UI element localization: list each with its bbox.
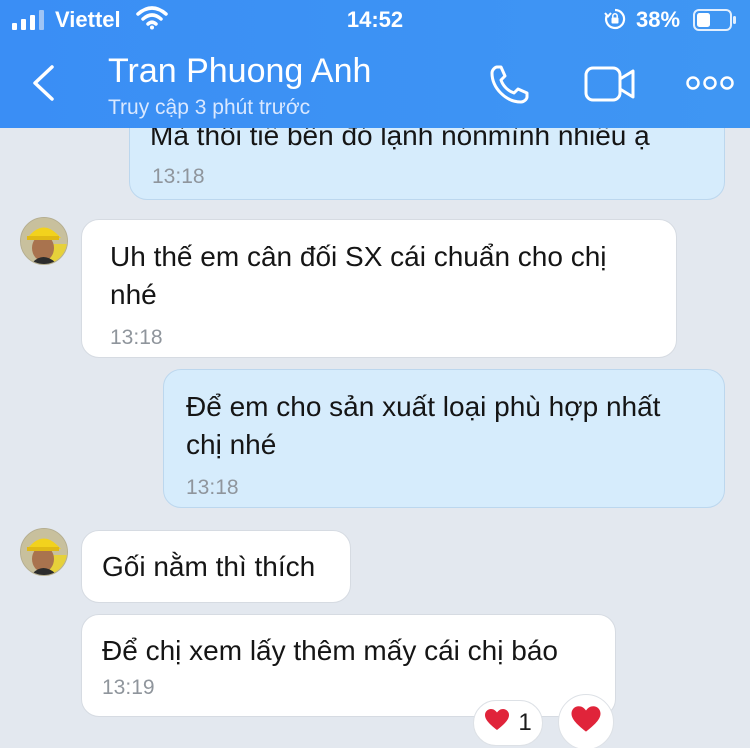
heart-icon — [484, 708, 510, 739]
message-incoming[interactable]: Để chị xem lấy thêm mấy cái chị báo 13:1… — [81, 614, 616, 717]
message-incoming[interactable]: Gối nằm thì thích — [81, 530, 351, 603]
reaction-count: 1 — [518, 709, 532, 736]
message-text: Uh thế em cân đối SX cái chuẩn cho chị n… — [110, 241, 607, 310]
react-button[interactable] — [558, 694, 614, 748]
contact-avatar[interactable] — [20, 528, 68, 576]
message-time: 13:18 — [152, 165, 205, 188]
message-time: 13:19 — [102, 676, 155, 699]
orientation-lock-icon — [604, 8, 626, 30]
battery-percent: 38% — [636, 7, 681, 32]
contact-avatar[interactable] — [20, 217, 68, 265]
more-options-icon[interactable] — [686, 76, 734, 90]
message-time: 13:18 — [186, 476, 239, 499]
message-text: Gối nằm thì thích — [102, 551, 316, 582]
battery-icon — [693, 9, 737, 31]
back-arrow-icon[interactable] — [30, 64, 56, 102]
message-text: Để em cho sản xuất loại phù hợp nhất chị… — [186, 391, 661, 460]
contact-name[interactable]: Tran Phuong Anh — [108, 52, 371, 91]
message-outgoing[interactable]: Để em cho sản xuất loại phù hợp nhất chị… — [163, 369, 725, 508]
phone-call-icon[interactable] — [488, 64, 530, 106]
message-incoming[interactable]: Uh thế em cân đối SX cái chuẩn cho chị n… — [81, 219, 677, 358]
chat-header: Viettel 14:52 38% Tran Phuong Anh Truy c… — [0, 0, 750, 128]
status-bar: Viettel 14:52 38% — [0, 0, 750, 40]
reaction-summary[interactable]: 1 — [473, 700, 543, 746]
video-call-icon[interactable] — [584, 66, 636, 102]
heart-icon — [570, 705, 602, 739]
last-seen-status: Truy cập 3 phút trước — [108, 96, 311, 119]
message-time: 13:18 — [110, 326, 163, 349]
message-text: Để chị xem lấy thêm mấy cái chị báo — [102, 635, 558, 666]
